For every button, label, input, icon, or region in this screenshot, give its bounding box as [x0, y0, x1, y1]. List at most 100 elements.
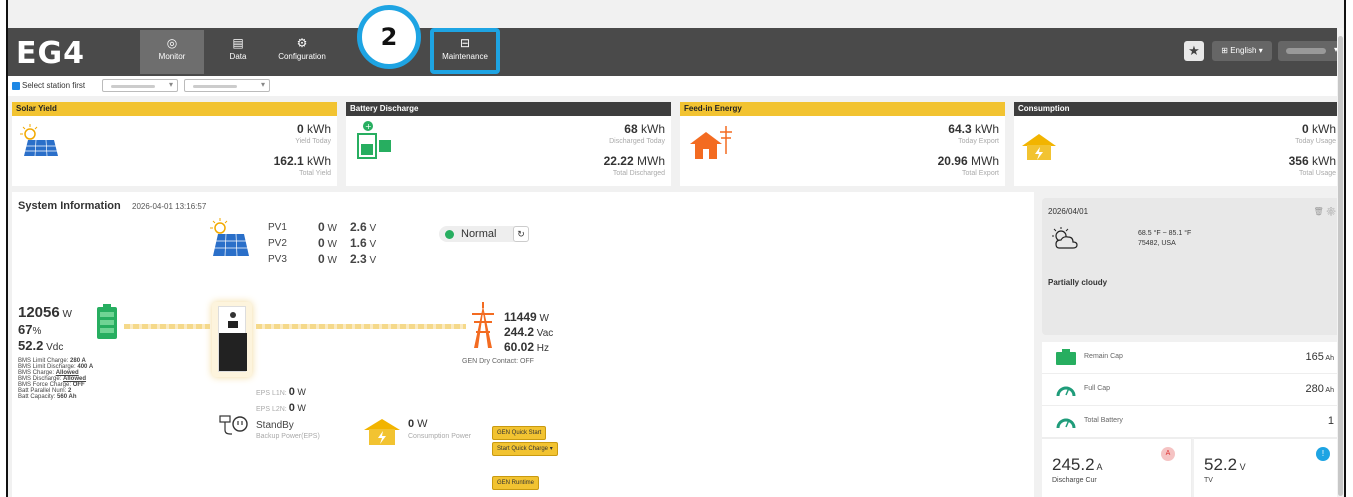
station-bar: Select station first ▾ ▾ — [8, 76, 1344, 96]
gear-icon: ⚙ — [296, 36, 308, 50]
redacted-device — [193, 85, 237, 88]
language-dropdown[interactable]: ⊞ English ▾ — [1212, 41, 1272, 61]
weather-temperature: 68.5 °F ~ 85.1 °F — [1138, 230, 1192, 237]
battery-discharge-card: Battery Discharge + 68 kWh Discharged To… — [346, 102, 671, 186]
system-timestamp: 2026-04-01 13:16:57 — [132, 202, 207, 211]
start-quick-charge-button[interactable]: Start Quick Charge ▾ — [492, 442, 558, 456]
toolbox-icon: ⊟ — [459, 36, 471, 50]
pv2-row: PV2 — [268, 238, 287, 249]
eg4-logo: EG4 — [16, 36, 85, 71]
chevron-down-icon: ▾ — [260, 80, 265, 89]
refresh-button[interactable]: ↻ — [513, 226, 529, 242]
status-dot — [445, 230, 454, 239]
pv3-power: 0 — [318, 252, 325, 266]
pv2-power: 0 — [318, 236, 325, 250]
select-station-checkbox[interactable] — [12, 82, 20, 90]
eps-outlet-icon — [219, 415, 248, 435]
battery-flow-line — [124, 324, 210, 329]
pv3-voltage: 2.3 — [350, 252, 367, 266]
pv3-row: PV3 — [268, 254, 287, 265]
house-lightning-icon — [1022, 134, 1056, 160]
gen-quick-start-button[interactable]: GEN Quick Start — [492, 426, 547, 440]
nav-configuration[interactable]: ⚙ Configuration — [270, 30, 334, 74]
house-lightning-icon — [364, 419, 400, 445]
total-export-label: Total Export — [962, 170, 999, 177]
page-scrollbar[interactable] — [1337, 28, 1344, 497]
discharged-today-label: Discharged Today — [609, 138, 665, 145]
today-usage-label: Today Usage — [1295, 138, 1336, 145]
gen-runtime-button[interactable]: GEN Runtime — [492, 476, 540, 490]
card-title: Solar Yield — [12, 102, 337, 116]
gen-dry-contact: GEN Dry Contact: OFF — [462, 358, 534, 365]
feed-in-energy-card: Feed-in Energy 64.3 kWh Today Export 20.… — [680, 102, 1005, 186]
user-menu-dropdown[interactable]: ▾ — [1278, 41, 1342, 61]
battery-voltage: 52.2 — [18, 338, 44, 353]
scrollbar-thumb[interactable] — [1338, 36, 1343, 496]
card-title: Battery Discharge — [346, 102, 671, 116]
pv1-power: 0 — [318, 220, 325, 234]
weather-date: 2026/04/01 — [1048, 207, 1089, 216]
total-battery-row: Total Battery 1 — [1042, 406, 1344, 438]
gauge-icon — [1056, 386, 1076, 397]
grid-voltage: 244.2 — [504, 325, 535, 339]
battery-icon — [97, 304, 117, 339]
today-export-value: 64.3 — [948, 122, 972, 136]
card-title: Consumption — [1014, 102, 1342, 116]
top-navbar: EG4 ◎ Monitor ▤ Data ⚙ Configuration ★ ⊞… — [8, 28, 1344, 76]
solar-panel-icon — [210, 218, 249, 257]
tv-value: 52.2 — [1204, 455, 1238, 474]
weather-description: Partially cloudy — [1048, 278, 1108, 287]
solar-yield-today-label: Yield Today — [295, 138, 331, 145]
grid-flow-line — [256, 324, 466, 329]
partly-cloudy-icon — [1052, 227, 1078, 249]
trash-icon[interactable]: 🗑 — [1313, 207, 1323, 216]
favorite-star-button[interactable]: ★ — [1184, 41, 1204, 61]
system-information-panel: System Information 2026-04-01 13:16:57 P… — [12, 192, 1034, 497]
tv-label: TV — [1204, 477, 1213, 484]
consumption-card: Consumption 0 kWh Today Usage 356 kWh To… — [1014, 102, 1342, 186]
total-discharged-value: 22.22 — [603, 154, 634, 168]
consumption-desc: Consumption Power — [408, 433, 472, 440]
nav-data[interactable]: ▤ Data — [206, 30, 270, 74]
status-badge: Normal — [439, 226, 521, 242]
discharge-current-box: 245.2 A Discharge Cur A — [1042, 438, 1192, 497]
grid-frequency: 60.02 — [504, 340, 535, 354]
weather-location: 75482, USA — [1138, 240, 1176, 247]
remain-cap-row: Remain Cap 165 Ah — [1042, 342, 1344, 374]
solar-yield-today-value: 0 — [296, 122, 304, 136]
weather-card: 2026/04/01 🗑 ⚙ 68.5 °F ~ 85.1 °F 75482, … — [1042, 198, 1344, 335]
refresh-icon: ↻ — [517, 229, 525, 239]
full-cap-value: 280 — [1305, 383, 1324, 395]
discharged-today-value: 68 — [624, 122, 638, 136]
nav-maintenance[interactable]: ⊟ Maintenance — [430, 28, 500, 74]
info-indicator-icon: ! — [1316, 447, 1330, 461]
system-information-title: System Information — [18, 200, 121, 212]
solar-total-label: Total Yield — [299, 170, 331, 177]
solar-total-value: 162.1 — [273, 154, 304, 168]
pv1-row: PV1 — [268, 222, 287, 233]
chevron-down-icon: ▾ — [549, 446, 553, 452]
total-usage-value: 356 — [1288, 154, 1309, 168]
app-frame: EG4 ◎ Monitor ▤ Data ⚙ Configuration ★ ⊞… — [6, 0, 1346, 497]
nav-monitor[interactable]: ◎ Monitor — [140, 30, 204, 74]
battery-discharge-icon: + — [357, 121, 391, 159]
inverter-graphic — [212, 302, 252, 377]
chevron-down-icon: ▾ — [1258, 46, 1263, 55]
discharge-current-label: Discharge Cur — [1052, 477, 1097, 484]
gauge-icon — [1056, 418, 1076, 429]
eps-state: StandBy — [256, 420, 294, 431]
weather-tools[interactable]: 🗑 ⚙ — [1313, 207, 1336, 216]
battery-soc: 67 — [18, 322, 33, 337]
redacted-station — [111, 85, 155, 88]
battery-icon — [1056, 349, 1076, 365]
station-select[interactable]: ▾ — [102, 79, 178, 92]
gear-icon[interactable]: ⚙ — [1326, 207, 1336, 216]
grid-tower-icon — [472, 302, 494, 348]
total-export-value: 20.96 — [937, 154, 968, 168]
remain-cap-value: 165 — [1305, 351, 1324, 363]
today-export-label: Today Export — [958, 138, 999, 145]
pv2-voltage: 1.6 — [350, 236, 367, 250]
database-icon: ▤ — [232, 36, 244, 50]
translate-icon: ⊞ — [1221, 46, 1228, 55]
device-select[interactable]: ▾ — [184, 79, 270, 92]
